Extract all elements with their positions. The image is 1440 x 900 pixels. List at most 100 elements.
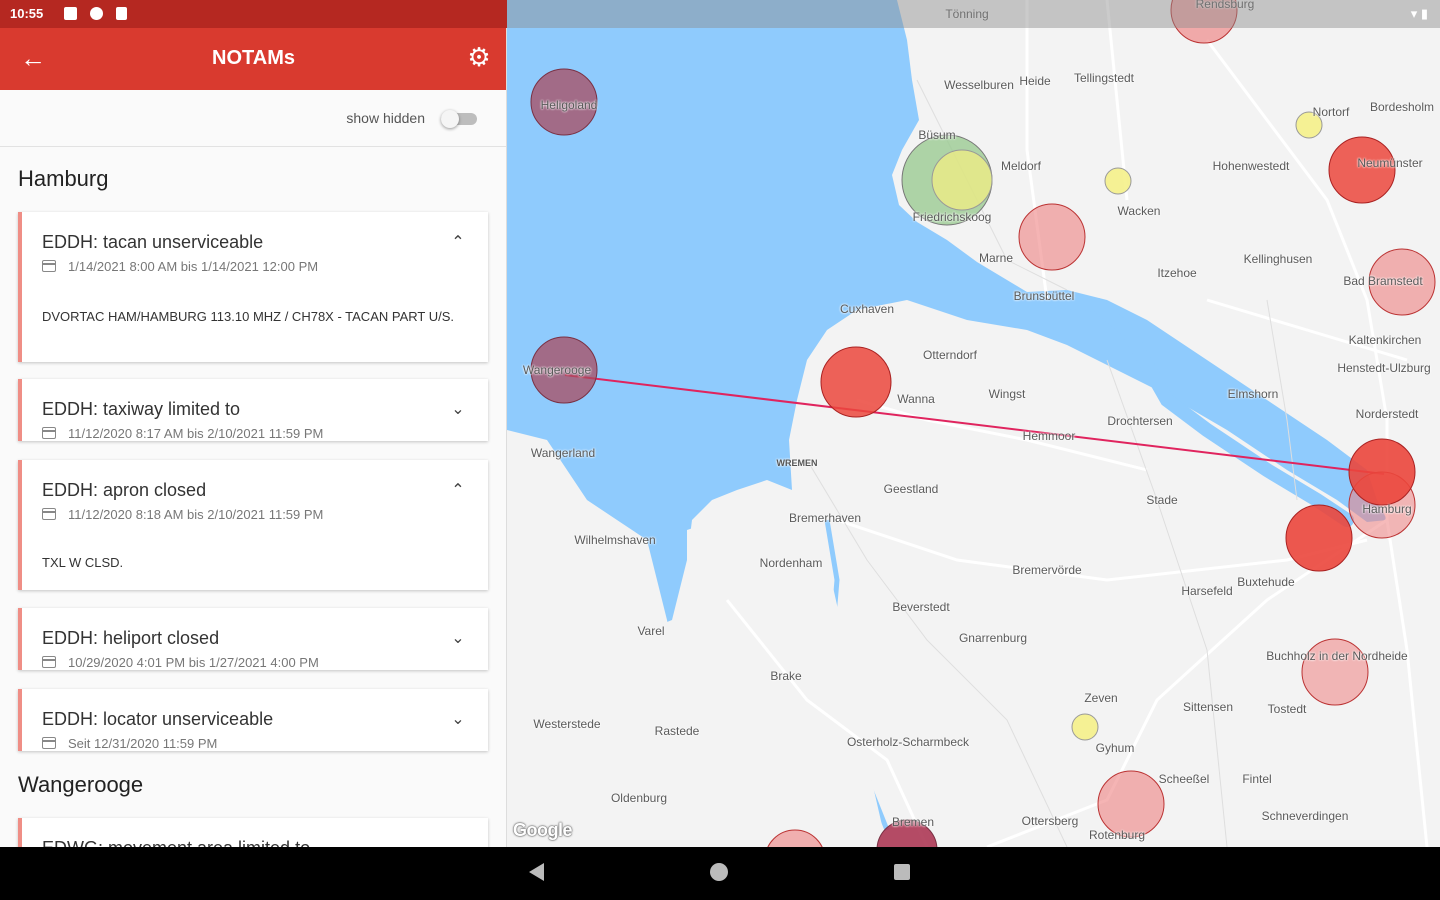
notam-title: EDDH: locator unserviceable — [42, 709, 274, 729]
notam-title: EDDH: heliport closed — [42, 628, 220, 648]
notam-card[interactable]: EDDH: tacan unserviceable 1/14/2021 8:00… — [18, 212, 488, 362]
calendar-icon — [42, 737, 56, 749]
notam-area-circle[interactable] — [1285, 504, 1353, 572]
map-place-label: Elmshorn — [1227, 387, 1279, 401]
map-place-label: Henstedt-Ulzburg — [1337, 361, 1431, 375]
app-bar: ← NOTAMs ⚙ — [0, 28, 506, 90]
notam-area-circle[interactable] — [1071, 713, 1099, 741]
map-place-label: Wilhelmshaven — [574, 533, 656, 547]
map-place-label: Meldorf — [1000, 159, 1042, 173]
notam-card[interactable]: EDDH: locator unserviceable Seit 12/31/2… — [18, 689, 488, 751]
calendar-icon — [42, 656, 56, 668]
notam-card[interactable]: EDDH: apron closed 11/12/2020 8:18 AM bi… — [18, 460, 488, 590]
notam-title: EDDH: tacan unserviceable — [42, 232, 264, 252]
notam-date-text: 1/14/2021 8:00 AM bis 1/14/2021 12:00 PM — [68, 259, 319, 274]
map-place-label: Nordenham — [759, 556, 823, 570]
map-place-label: Hamburg — [1362, 502, 1412, 516]
google-logo: Google — [513, 820, 573, 840]
notam-date: Seit 12/31/2020 11:59 PM — [42, 736, 217, 751]
map-place-label: Neumünster — [1357, 156, 1423, 170]
map-place-label: Varel — [637, 624, 665, 638]
map-place-label: Gnarrenburg — [958, 631, 1028, 645]
chevron-down-icon[interactable]: ⌄ — [448, 628, 468, 648]
notam-date-text: 10/29/2020 4:01 PM bis 1/27/2021 4:00 PM — [68, 655, 319, 670]
notam-body: TXL W CLSD. — [42, 555, 124, 570]
map-canvas[interactable] — [507, 0, 1440, 847]
map-place-label: Drochtersen — [1107, 414, 1173, 428]
chevron-down-icon[interactable]: ⌄ — [448, 399, 468, 419]
map-place-label: Scheeßel — [1158, 772, 1210, 786]
chevron-down-icon[interactable]: ⌄ — [448, 709, 468, 729]
notam-card[interactable]: EDDH: taxiway limited to 11/12/2020 8:17… — [18, 379, 488, 441]
notam-date-text: 11/12/2020 8:18 AM bis 2/10/2021 11:59 P… — [68, 507, 324, 522]
map-place-label: Sittensen — [1182, 700, 1234, 714]
calendar-icon — [42, 260, 56, 272]
calendar-icon — [42, 427, 56, 439]
notam-date: 11/12/2020 8:18 AM bis 2/10/2021 11:59 P… — [42, 507, 323, 522]
calendar-icon — [42, 508, 56, 520]
notam-card[interactable]: EDDH: heliport closed 10/29/2020 4:01 PM… — [18, 608, 488, 670]
notam-area-circle[interactable] — [1018, 203, 1086, 271]
map-place-label: Gyhum — [1095, 741, 1135, 755]
map-place-label: Kaltenkirchen — [1348, 333, 1422, 347]
notam-title: EDDH: apron closed — [42, 480, 207, 500]
notam-area-circle[interactable] — [931, 149, 993, 211]
map-place-label: Tönning — [945, 7, 989, 21]
map-place-label: Cuxhaven — [839, 302, 895, 316]
map-place-label: Stade — [1146, 493, 1178, 507]
map-place-label: Westerstede — [533, 717, 601, 731]
show-hidden-row: show hidden — [0, 90, 506, 147]
map-place-label: Rastede — [654, 724, 700, 738]
notam-body: DVORTAC HAM/HAMBURG 113.10 MHZ / CH78X -… — [42, 309, 454, 324]
map-place-label: Fintel — [1242, 772, 1272, 786]
notam-area-circle[interactable] — [820, 346, 892, 418]
chevron-down-icon[interactable]: ⌄ — [448, 838, 468, 847]
map-place-label: Oldenburg — [610, 791, 668, 805]
show-hidden-toggle[interactable] — [441, 110, 477, 128]
map-place-label: Hemmoor — [1022, 429, 1076, 443]
map-place-label: Wangerland — [530, 446, 596, 460]
map-place-label: Kellinghusen — [1243, 252, 1313, 266]
section-header: Hamburg — [18, 166, 109, 191]
page-title: NOTAMs — [212, 47, 295, 69]
map-place-label: Buxtehude — [1237, 575, 1295, 589]
notam-date: 11/12/2020 8:17 AM bis 2/10/2021 11:59 P… — [42, 426, 323, 441]
map-place-label: Schneverdingen — [1261, 809, 1349, 823]
map-place-label: Otterndorf — [922, 348, 978, 362]
notam-area-circle[interactable] — [1348, 438, 1416, 506]
show-hidden-label: show hidden — [346, 110, 425, 126]
chevron-up-icon[interactable]: ⌃ — [448, 232, 468, 252]
map-place-label: Bad Bramstedt — [1343, 274, 1423, 288]
notam-area-circle[interactable] — [1328, 136, 1396, 204]
notam-date-text: Seit 12/31/2020 11:59 PM — [68, 736, 218, 751]
notam-area-circle[interactable] — [1104, 167, 1132, 195]
notam-title: EDDH: taxiway limited to — [42, 399, 241, 419]
map-place-label: Tostedt — [1267, 702, 1307, 716]
map-place-label: Beverstedt — [892, 600, 950, 614]
notam-list-panel: ← NOTAMs ⚙ show hidden Hamburg EDDH: tac… — [0, 0, 507, 847]
toggle-thumb[interactable] — [441, 110, 459, 128]
map-place-label: Marne — [978, 251, 1014, 265]
map-place-label: Rotenburg — [1088, 828, 1146, 842]
map-place-label: Ottersberg — [1021, 814, 1079, 828]
map-place-label: Harsefeld — [1181, 584, 1233, 598]
nav-back-icon[interactable] — [529, 863, 544, 881]
map-place-label: Wanna — [897, 392, 935, 406]
map-place-label: Brunsbüttel — [1013, 289, 1075, 303]
nav-home-icon[interactable] — [710, 863, 728, 881]
map-place-label: Bremerhaven — [788, 511, 862, 525]
map-place-label: Itzehoe — [1157, 266, 1197, 280]
nav-recents-icon[interactable] — [894, 864, 910, 880]
notam-date-text: 11/12/2020 8:17 AM bis 2/10/2021 11:59 P… — [68, 426, 324, 441]
chevron-up-icon[interactable]: ⌃ — [448, 480, 468, 500]
notam-card[interactable]: EDWG: movement area limited to ⌄ — [18, 818, 488, 847]
map-place-label: Brake — [770, 669, 802, 683]
notam-date: 10/29/2020 4:01 PM bis 1/27/2021 4:00 PM — [42, 655, 319, 670]
notam-map[interactable]: Wesselburen Heide Tellingstedt Büsum Meldorf… — [507, 0, 1440, 847]
map-place-label: WREMEN — [776, 458, 818, 468]
map-place-label: Geestland — [883, 482, 939, 496]
map-place-label: Bremervörde — [1012, 563, 1082, 577]
map-place-label: Bordesholm — [1369, 100, 1435, 114]
gear-icon[interactable]: ⚙ — [465, 43, 493, 71]
map-place-label: Wacken — [1117, 204, 1161, 218]
